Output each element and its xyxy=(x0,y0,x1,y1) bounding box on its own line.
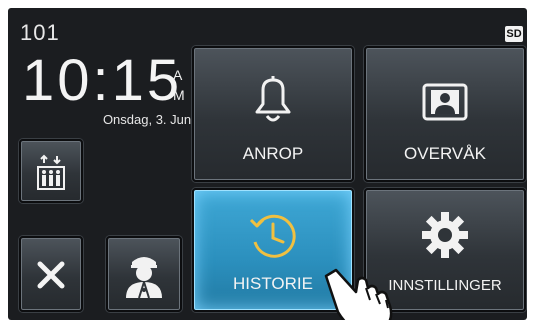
intercom-screen: 101 SD 10:15 A M Onsdag, 3. Juni ANROP O… xyxy=(8,8,527,320)
bell-icon xyxy=(255,76,291,122)
clock-date: Onsdag, 3. Juni xyxy=(102,112,194,127)
monitor-button[interactable]: OVERVÅK xyxy=(364,46,526,182)
call-label: ANROP xyxy=(242,144,304,163)
pointing-hand-icon xyxy=(324,268,393,320)
call-button[interactable]: ANROP xyxy=(192,46,354,182)
concierge-icon xyxy=(126,257,162,299)
concierge-button[interactable] xyxy=(106,236,182,312)
clock-time: 10:15 xyxy=(22,48,183,113)
clock-ampm-bottom: M xyxy=(173,87,185,103)
monitor-label: OVERVÅK xyxy=(404,144,486,163)
monitor-person-icon xyxy=(422,83,468,121)
sd-card-badge: SD xyxy=(505,26,523,42)
close-icon xyxy=(37,261,65,289)
close-button[interactable] xyxy=(19,236,83,312)
elevator-button[interactable] xyxy=(19,139,83,203)
room-number: 101 xyxy=(20,20,60,45)
elevator-icon xyxy=(37,154,65,190)
gear-icon xyxy=(422,212,468,258)
history-clock-icon xyxy=(249,214,296,258)
clock-ampm-top: A xyxy=(173,67,183,83)
